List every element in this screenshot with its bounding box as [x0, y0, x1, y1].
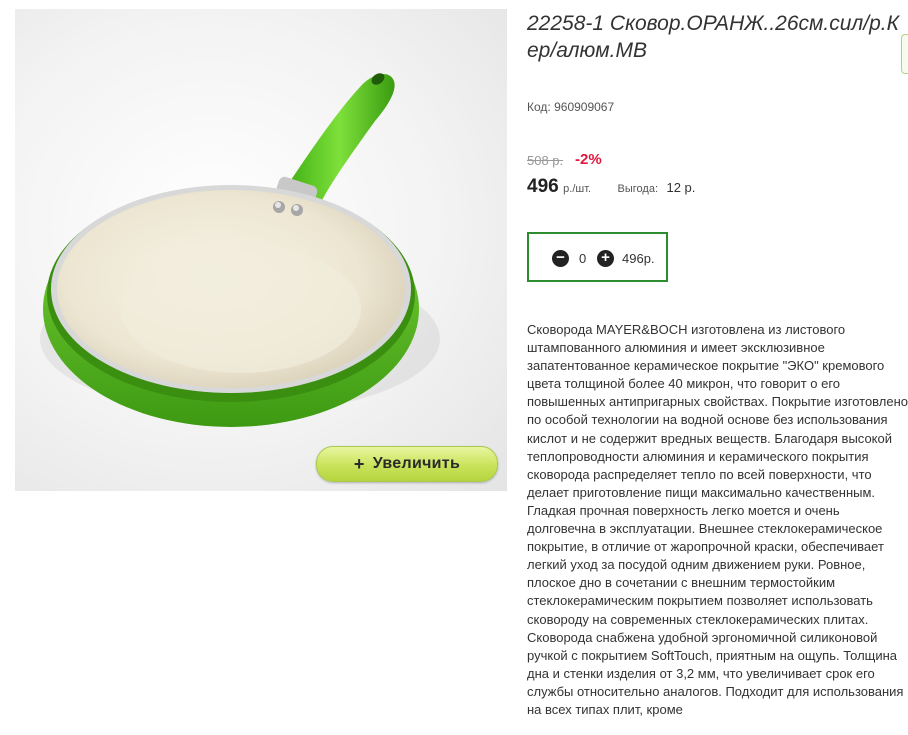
plus-circle-icon[interactable]: +	[597, 250, 614, 267]
side-tab[interactable]	[901, 34, 908, 74]
quantity-value[interactable]: 0	[579, 251, 586, 266]
savings-value: 12 р.	[666, 180, 696, 195]
product-title: 22258-1 Сковор.ОРАНЖ..26см.сил/р.Кер/алю…	[527, 12, 899, 62]
frying-pan-illustration	[40, 73, 440, 427]
zoom-button[interactable]: + Увеличить	[316, 446, 498, 482]
zoom-label: Увеличить	[372, 455, 461, 472]
current-price: 496	[527, 176, 559, 197]
product-description: Сковорода MAYER&BOCH изготовлена из лист…	[527, 322, 908, 717]
savings-label: Выгода:	[617, 183, 659, 195]
product-code: Код: 960909067	[527, 100, 614, 114]
minus-circle-icon[interactable]: −	[552, 250, 569, 267]
plus-icon: +	[353, 453, 365, 474]
code-label: Код:	[527, 100, 551, 114]
quantity-sum: 496р.	[622, 251, 655, 266]
price-unit: р./шт.	[563, 183, 592, 195]
code-value: 960909067	[554, 100, 615, 114]
price-row: 496 р./шт. Выгода: 12 р.	[527, 176, 695, 198]
old-price: 508 р.	[527, 153, 564, 168]
quantity-stepper: − 0 + 496р.	[527, 232, 668, 282]
discount-badge: -2%	[575, 151, 602, 168]
product-image[interactable]: + Увеличить	[15, 9, 507, 491]
